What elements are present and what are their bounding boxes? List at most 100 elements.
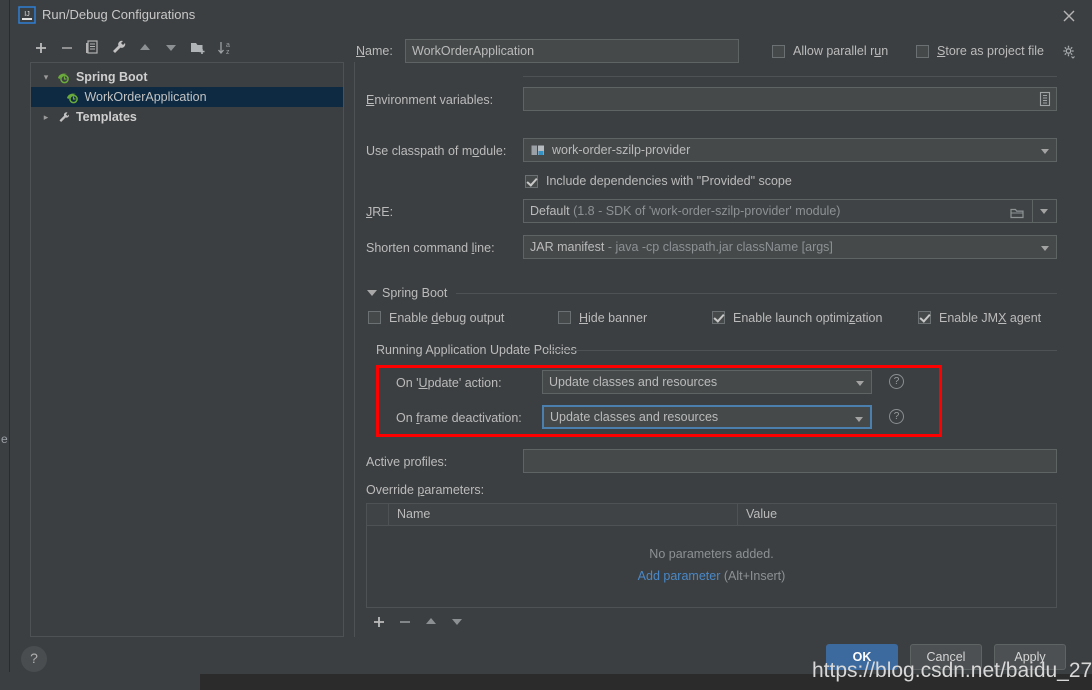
configurations-tree[interactable]: ▾ Spring Boot WorkOrderApplication ▸ Tem… xyxy=(30,62,344,637)
store-as-project-file-checkbox[interactable] xyxy=(916,45,929,58)
enable-launch-optimization-label[interactable]: Enable launch optimization xyxy=(733,311,882,325)
svg-text:IJ: IJ xyxy=(24,11,29,18)
tree-item-spring-boot[interactable]: ▾ Spring Boot xyxy=(31,67,343,87)
tree-item-label: Spring Boot xyxy=(75,70,148,84)
override-parameters-table[interactable]: Name Value No parameters added. Add para… xyxy=(366,503,1057,608)
configurations-toolbar: a z xyxy=(28,36,344,62)
on-frame-deactivation-combo[interactable]: Update classes and resources xyxy=(542,405,872,429)
name-label: Name: xyxy=(356,44,393,58)
on-frame-deactivation-help-icon[interactable]: ? xyxy=(889,409,904,424)
table-header-name[interactable]: Name xyxy=(389,504,738,525)
move-up-button[interactable] xyxy=(132,36,158,60)
remove-parameter-button[interactable] xyxy=(392,610,418,634)
chevron-down-icon[interactable]: ▾ xyxy=(39,67,53,87)
tree-item-templates[interactable]: ▸ Templates xyxy=(31,107,343,127)
edit-templates-wrench-icon[interactable] xyxy=(106,36,132,60)
dialog-title: Run/Debug Configurations xyxy=(42,7,196,22)
intellij-idea-icon: IJ xyxy=(18,6,36,24)
close-icon[interactable] xyxy=(1046,0,1092,30)
panel-divider xyxy=(354,62,355,637)
remove-configuration-button[interactable] xyxy=(54,36,80,60)
on-update-action-label: On 'Update' action: xyxy=(396,376,502,390)
help-button[interactable]: ? xyxy=(21,646,47,672)
wrench-icon xyxy=(56,110,72,124)
environment-variables-label: Environment variables: xyxy=(366,93,494,107)
jre-combo[interactable]: Default (1.8 - SDK of 'work-order-szilp-… xyxy=(523,199,1057,223)
enable-launch-optimization-checkbox[interactable] xyxy=(712,311,725,324)
folder-icon[interactable] xyxy=(1010,205,1025,222)
jre-dropdown-button[interactable] xyxy=(1032,200,1056,222)
add-parameter-shortcut: (Alt+Insert) xyxy=(723,569,786,583)
svg-text:z: z xyxy=(226,49,230,56)
scrolled-field-edge xyxy=(523,76,1057,77)
use-classpath-label: Use classpath of module: xyxy=(366,144,507,158)
chevron-down-icon[interactable] xyxy=(855,417,863,422)
include-provided-label[interactable]: Include dependencies with "Provided" sco… xyxy=(546,174,792,188)
add-parameter-button[interactable] xyxy=(366,610,392,634)
parameter-move-up-button[interactable] xyxy=(418,610,444,634)
environment-variables-input[interactable] xyxy=(523,87,1057,111)
add-configuration-button[interactable] xyxy=(28,36,54,60)
module-combo-value: work-order-szilp-provider xyxy=(552,143,691,157)
enable-jmx-agent-checkbox[interactable] xyxy=(918,311,931,324)
jre-value: Default xyxy=(530,204,570,218)
tree-item-label: Templates xyxy=(75,110,137,124)
shorten-command-line-value: JAR manifest xyxy=(530,240,605,254)
on-update-action-help-icon[interactable]: ? xyxy=(889,374,904,389)
chevron-down-icon xyxy=(1040,209,1048,214)
triangle-down-icon[interactable] xyxy=(367,290,377,296)
table-header-value[interactable]: Value xyxy=(738,504,1056,525)
sort-configurations-button[interactable]: a z xyxy=(214,36,240,60)
enable-debug-output-checkbox[interactable] xyxy=(368,311,381,324)
browse-list-icon[interactable] xyxy=(1038,91,1052,110)
include-provided-checkbox[interactable] xyxy=(525,175,538,188)
run-debug-configurations-dialog: IJ Run/Debug Configurations a z ▾ Spring… xyxy=(10,0,1092,674)
hide-banner-checkbox[interactable] xyxy=(558,311,571,324)
background-ide-strip xyxy=(0,0,10,690)
chevron-down-icon[interactable] xyxy=(1041,149,1049,154)
module-icon xyxy=(530,143,546,161)
shorten-command-line-label: Shorten command line: xyxy=(366,241,495,255)
on-frame-deactivation-value: Update classes and resources xyxy=(550,410,719,424)
active-profiles-label: Active profiles: xyxy=(366,455,448,469)
chevron-right-icon[interactable]: ▸ xyxy=(39,107,53,127)
on-update-action-combo[interactable]: Update classes and resources xyxy=(542,370,872,394)
name-input[interactable]: WorkOrderApplication xyxy=(405,39,739,63)
allow-parallel-run-checkbox[interactable] xyxy=(772,45,785,58)
tree-item-workorderapplication[interactable]: WorkOrderApplication xyxy=(31,87,343,107)
table-add-row: Add parameter (Alt+Insert) xyxy=(367,569,1056,583)
table-empty-message: No parameters added. xyxy=(649,547,774,561)
active-profiles-input[interactable] xyxy=(523,449,1057,473)
background-ide-text: e xyxy=(1,432,8,446)
tree-item-label: WorkOrderApplication xyxy=(84,90,207,104)
hide-banner-label[interactable]: Hide banner xyxy=(579,311,647,325)
spring-boot-icon xyxy=(65,90,81,104)
section-divider xyxy=(456,293,1057,294)
module-combo[interactable]: work-order-szilp-provider xyxy=(523,138,1057,162)
gear-icon[interactable] xyxy=(1062,45,1076,62)
chevron-down-icon[interactable] xyxy=(1041,246,1049,251)
store-as-project-file-label[interactable]: Store as project file xyxy=(937,44,1044,58)
shorten-command-line-combo[interactable]: JAR manifest - java -cp classpath.jar cl… xyxy=(523,235,1057,259)
spring-boot-icon xyxy=(56,70,72,84)
add-parameter-link[interactable]: Add parameter xyxy=(638,569,721,583)
dialog-titlebar: IJ Run/Debug Configurations xyxy=(10,0,1092,30)
enable-jmx-agent-label[interactable]: Enable JMX agent xyxy=(939,311,1041,325)
jre-label: JRE: xyxy=(366,205,394,219)
allow-parallel-run-label[interactable]: Allow parallel run xyxy=(793,44,888,58)
parameters-toolbar xyxy=(366,610,566,636)
move-into-folder-button[interactable] xyxy=(186,36,212,60)
copy-configuration-button[interactable] xyxy=(80,36,106,60)
enable-debug-output-label[interactable]: Enable debug output xyxy=(389,311,504,325)
watermark-text: https://blog.csdn.net/baidu_27627251 xyxy=(812,659,1092,682)
shorten-command-line-hint: - java -cp classpath.jar className [args… xyxy=(607,240,833,254)
table-header-gutter xyxy=(367,504,389,525)
move-down-button[interactable] xyxy=(158,36,184,60)
spring-boot-section-title: Spring Boot xyxy=(382,286,448,300)
update-policies-divider xyxy=(547,350,1057,351)
table-header-row: Name Value xyxy=(367,504,1056,526)
screen: e IJ Run/Debug Configurations a z ▾ Spri… xyxy=(0,0,1092,690)
parameter-move-down-button[interactable] xyxy=(444,610,470,634)
on-update-action-value: Update classes and resources xyxy=(549,375,718,389)
chevron-down-icon[interactable] xyxy=(856,381,864,386)
